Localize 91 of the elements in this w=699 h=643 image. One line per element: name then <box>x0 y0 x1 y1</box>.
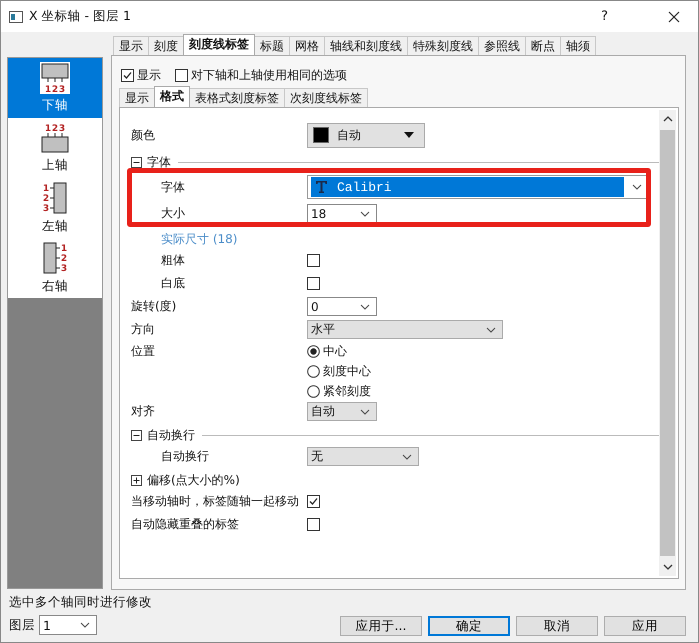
tab[interactable]: 刻度 <box>148 36 184 55</box>
checkbox[interactable] <box>307 518 320 531</box>
checkbox[interactable] <box>307 254 320 267</box>
property-label: 位置 <box>131 343 156 360</box>
dropdown[interactable]: 无 <box>307 447 419 466</box>
radio-label: 刻度中心 <box>323 363 371 380</box>
property-label: 对齐 <box>131 403 156 420</box>
property-label: 方向 <box>131 321 156 338</box>
tab[interactable]: 轴线和刻度线 <box>324 36 408 55</box>
dropdown[interactable]: 自动 <box>307 402 377 421</box>
dialog-button[interactable]: 应用 <box>604 616 686 636</box>
axis-item[interactable]: 1 2 3 下轴 <box>8 58 102 118</box>
group-header: 字体 <box>147 154 171 170</box>
radio-button[interactable] <box>307 365 320 378</box>
checkbox[interactable] <box>307 495 320 508</box>
subtab[interactable]: 显示 <box>119 88 155 107</box>
size-link[interactable]: 实际尺寸 (18) <box>161 230 238 248</box>
checkbox[interactable] <box>175 68 188 82</box>
bottom-axis-icon: 1 2 3 <box>40 62 70 94</box>
tab[interactable]: 显示 <box>113 36 149 55</box>
property-label: 自动隐藏重叠的标签 <box>131 516 240 533</box>
axis-label: 上轴 <box>42 157 68 174</box>
subtab[interactable]: 格式 <box>154 86 190 107</box>
font-value: Calibri <box>337 180 392 194</box>
radio-label: 紧邻刻度 <box>323 383 371 400</box>
checkbox[interactable] <box>307 277 320 290</box>
radio-button[interactable] <box>307 385 320 398</box>
axis-label: 下轴 <box>42 97 68 114</box>
property-label: 大小 <box>160 205 186 222</box>
font-dropdown[interactable]: Calibri <box>307 175 649 199</box>
scroll-up-icon[interactable] <box>662 116 672 122</box>
caret-icon <box>404 132 414 138</box>
tab[interactable]: 轴须 <box>560 36 596 55</box>
tab[interactable]: 断点 <box>525 36 561 55</box>
dialog-button[interactable]: 取消 <box>516 616 598 636</box>
axis-item[interactable]: 1 2 3 左轴 <box>8 178 102 238</box>
subtab[interactable]: 次刻度线标签 <box>284 88 368 107</box>
hint-text: 选中多个轴同时进行修改 <box>9 594 152 611</box>
tab[interactable]: 特殊刻度线 <box>407 36 479 55</box>
tab[interactable]: 网格 <box>289 36 325 55</box>
dialog-button[interactable]: 应用于... <box>340 616 422 636</box>
group-header: 自动换行 <box>147 426 195 444</box>
app-icon <box>9 10 23 22</box>
dropdown[interactable]: 0 <box>307 297 377 316</box>
layer-dropdown[interactable]: 1 <box>39 615 97 635</box>
axis-label: 左轴 <box>42 218 68 235</box>
option-label: 显示 <box>137 66 161 84</box>
close-icon[interactable] <box>668 10 680 22</box>
color-dropdown[interactable]: 自动 <box>307 122 425 148</box>
radio-option[interactable]: 紧邻刻度 <box>307 383 371 400</box>
font-icon <box>316 181 327 193</box>
chevron-icon <box>486 326 496 332</box>
help-button[interactable]: ? <box>601 9 608 24</box>
axis-item[interactable]: 1 2 3 右轴 <box>8 238 102 298</box>
property-label: 字体 <box>160 178 186 196</box>
chevron-icon <box>360 304 370 310</box>
radio-option[interactable]: 刻度中心 <box>307 363 371 380</box>
tab[interactable]: 刻度线标签 <box>183 34 255 55</box>
radio-button[interactable] <box>307 345 320 358</box>
property-label: 粗体 <box>160 252 186 269</box>
group-toggle-icon[interactable] <box>131 430 142 440</box>
axis-label: 右轴 <box>42 278 68 295</box>
scroll-down-icon[interactable] <box>662 564 672 570</box>
group-toggle-icon[interactable] <box>131 156 142 168</box>
chevron-icon <box>632 184 642 190</box>
chevron-icon <box>360 210 370 216</box>
property-label: 旋转(度) <box>131 298 178 315</box>
chevron-icon <box>80 622 90 628</box>
option-checkbox[interactable]: 显示 <box>121 66 161 84</box>
property-label: 自动换行 <box>160 448 210 465</box>
property-label: 白底 <box>160 275 186 292</box>
radio-label: 中心 <box>323 343 347 360</box>
layer-label: 图层 <box>9 616 35 634</box>
group-toggle-icon[interactable] <box>131 474 142 486</box>
property-label: 当移动轴时，标签随轴一起移动 <box>131 493 300 510</box>
window-title: X 坐标轴 - 图层 1 <box>29 8 132 25</box>
axis-item[interactable]: 1 2 3 上轴 <box>8 118 102 178</box>
checkbox[interactable] <box>121 68 134 82</box>
radio-option[interactable]: 中心 <box>307 343 371 360</box>
subtab[interactable]: 表格式刻度标签 <box>189 88 285 107</box>
chevron-icon <box>402 454 412 460</box>
dropdown[interactable]: 水平 <box>307 320 503 339</box>
chevron-icon <box>360 408 370 414</box>
dialog-button[interactable]: 确定 <box>428 616 510 636</box>
tab[interactable]: 标题 <box>254 36 290 55</box>
group-header: 偏移(点大小的%) <box>147 472 240 488</box>
dropdown[interactable]: 18 <box>307 204 377 223</box>
property-label: 颜色 <box>131 126 156 144</box>
scrollbar[interactable] <box>659 110 676 576</box>
scroll-thumb[interactable] <box>660 130 675 556</box>
tab[interactable]: 参照线 <box>478 36 526 55</box>
